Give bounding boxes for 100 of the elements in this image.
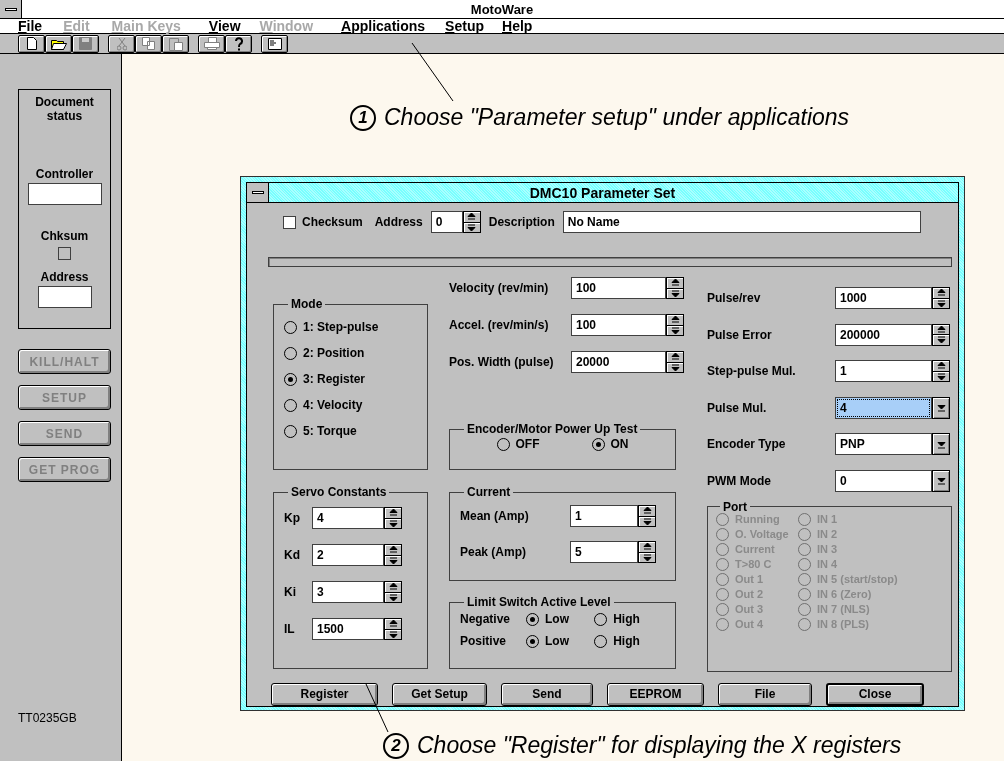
radio-button[interactable] bbox=[284, 398, 297, 412]
dialog-button[interactable]: Send bbox=[501, 682, 593, 706]
radio-button[interactable] bbox=[526, 612, 539, 626]
dropdown-field[interactable]: PNP bbox=[835, 433, 932, 456]
radio-button[interactable] bbox=[591, 437, 605, 451]
printer-icon bbox=[203, 37, 220, 50]
menu-item[interactable]: Applications bbox=[341, 19, 426, 33]
annotation-text: Choose "Parameter setup" under applications bbox=[384, 104, 850, 131]
down-arrow-icon bbox=[936, 403, 946, 413]
radio-button[interactable] bbox=[284, 424, 297, 438]
question-mark-icon bbox=[233, 36, 244, 51]
dialog-button[interactable]: Register bbox=[271, 682, 378, 706]
radio-button[interactable] bbox=[594, 612, 608, 626]
number-field[interactable]: 5 bbox=[570, 541, 638, 563]
copy-icon bbox=[141, 37, 156, 50]
toolbar-button[interactable] bbox=[45, 34, 72, 53]
group-title: Limit Switch Active Level bbox=[466, 596, 612, 608]
field-label: Mean (Amp) bbox=[460, 509, 530, 523]
radio-button[interactable] bbox=[496, 437, 510, 451]
clipboard-icon bbox=[168, 36, 183, 51]
field-label: Ki bbox=[284, 585, 297, 599]
number-field[interactable]: 2 bbox=[312, 544, 384, 566]
option-label: High bbox=[613, 612, 640, 626]
field-label: PWM Mode bbox=[707, 473, 772, 488]
option-label: 1: Step-pulse bbox=[303, 320, 379, 334]
option-label: ON bbox=[610, 437, 629, 451]
toolbar-button[interactable] bbox=[18, 34, 45, 53]
option-label: Low bbox=[545, 634, 569, 648]
menu-item[interactable]: View bbox=[208, 19, 241, 33]
field-label: Controller bbox=[35, 167, 94, 181]
number-field[interactable]: 4 bbox=[312, 507, 384, 529]
field-label: Step-pulse Mul. bbox=[707, 364, 797, 379]
annotation-text: Choose "Register" for displaying the X registers bbox=[417, 732, 902, 759]
spin-buttons[interactable] bbox=[384, 507, 402, 529]
field-label: Positive bbox=[460, 634, 508, 648]
spin-buttons[interactable] bbox=[932, 287, 950, 309]
text-field[interactable]: No Name bbox=[562, 211, 921, 233]
toolbar-button[interactable] bbox=[261, 34, 288, 53]
field-label: IL bbox=[284, 622, 296, 636]
dialog-button[interactable]: Close bbox=[826, 682, 924, 706]
dropdown-button[interactable] bbox=[932, 469, 950, 492]
menu-item[interactable]: Help bbox=[502, 19, 533, 33]
checkbox[interactable] bbox=[58, 247, 71, 260]
spin-buttons[interactable] bbox=[932, 360, 950, 383]
number-field[interactable]: 100 bbox=[571, 277, 666, 299]
spin-buttons[interactable] bbox=[638, 541, 656, 563]
radio-button[interactable] bbox=[284, 320, 297, 334]
group-title: Servo Constants bbox=[290, 486, 388, 498]
system-menu-button[interactable] bbox=[247, 183, 269, 202]
field-label: Pos. Width (pulse) bbox=[449, 355, 555, 369]
document-code: TT0235GB bbox=[18, 711, 78, 725]
number-field[interactable]: 20000 bbox=[571, 351, 666, 373]
dialog-button[interactable]: Get Setup bbox=[392, 682, 487, 706]
spin-buttons[interactable] bbox=[384, 618, 402, 640]
field-label: Velocity (rev/min) bbox=[449, 281, 550, 295]
option-label: 4: Velocity bbox=[303, 398, 363, 412]
radio-button[interactable] bbox=[594, 634, 608, 648]
field-label: Negative bbox=[460, 612, 512, 626]
option-label: 2: Position bbox=[303, 346, 365, 360]
dropdown-field[interactable]: 4 bbox=[835, 396, 932, 419]
number-field[interactable]: 3 bbox=[312, 581, 384, 603]
field-label: Pulse/rev bbox=[707, 291, 762, 305]
dropdown-button[interactable] bbox=[932, 433, 950, 456]
radio-button[interactable] bbox=[284, 346, 297, 360]
group-title: Mode bbox=[290, 298, 324, 310]
dialog-title: DMC10 Parameter Set bbox=[528, 184, 677, 201]
option-label: OFF bbox=[515, 437, 540, 451]
text-field[interactable] bbox=[37, 286, 92, 308]
number-field[interactable]: 1 bbox=[835, 360, 932, 383]
dialog-button[interactable]: File bbox=[718, 682, 812, 706]
spin-buttons[interactable] bbox=[384, 581, 402, 603]
group-title: Encoder/Motor Power Up Test bbox=[466, 423, 639, 435]
field-label: Address bbox=[40, 270, 89, 284]
spin-buttons[interactable] bbox=[932, 323, 950, 346]
menu-item[interactable]: Setup bbox=[445, 19, 484, 33]
number-field[interactable]: 0 bbox=[430, 211, 463, 233]
toolbar-button[interactable] bbox=[225, 34, 252, 53]
number-field[interactable]: 1500 bbox=[312, 618, 384, 640]
radio-button[interactable] bbox=[526, 634, 539, 648]
down-arrow-icon bbox=[936, 439, 946, 449]
spin-buttons[interactable] bbox=[666, 277, 684, 299]
number-field[interactable]: 100 bbox=[571, 314, 666, 336]
spin-buttons[interactable] bbox=[384, 544, 402, 566]
field-label: Description bbox=[488, 215, 555, 229]
menu-item[interactable]: File bbox=[18, 19, 43, 33]
system-menu-button[interactable] bbox=[0, 0, 22, 18]
spin-buttons[interactable] bbox=[666, 351, 684, 373]
window-title: MotoWare bbox=[469, 1, 535, 17]
radio-button[interactable] bbox=[284, 372, 297, 386]
checkbox[interactable]: Checksum bbox=[283, 215, 363, 229]
number-field[interactable]: 200000 bbox=[835, 323, 932, 346]
dialog-button[interactable]: EEPROM bbox=[607, 682, 704, 706]
number-field[interactable]: 1000 bbox=[835, 287, 932, 309]
text-field[interactable] bbox=[27, 183, 102, 205]
dropdown-button[interactable] bbox=[932, 396, 950, 419]
spin-buttons[interactable] bbox=[638, 505, 656, 527]
spin-buttons[interactable] bbox=[666, 314, 684, 336]
page-icon bbox=[26, 37, 37, 50]
dropdown-field[interactable]: 0 bbox=[835, 469, 932, 492]
number-field[interactable]: 1 bbox=[570, 505, 638, 527]
